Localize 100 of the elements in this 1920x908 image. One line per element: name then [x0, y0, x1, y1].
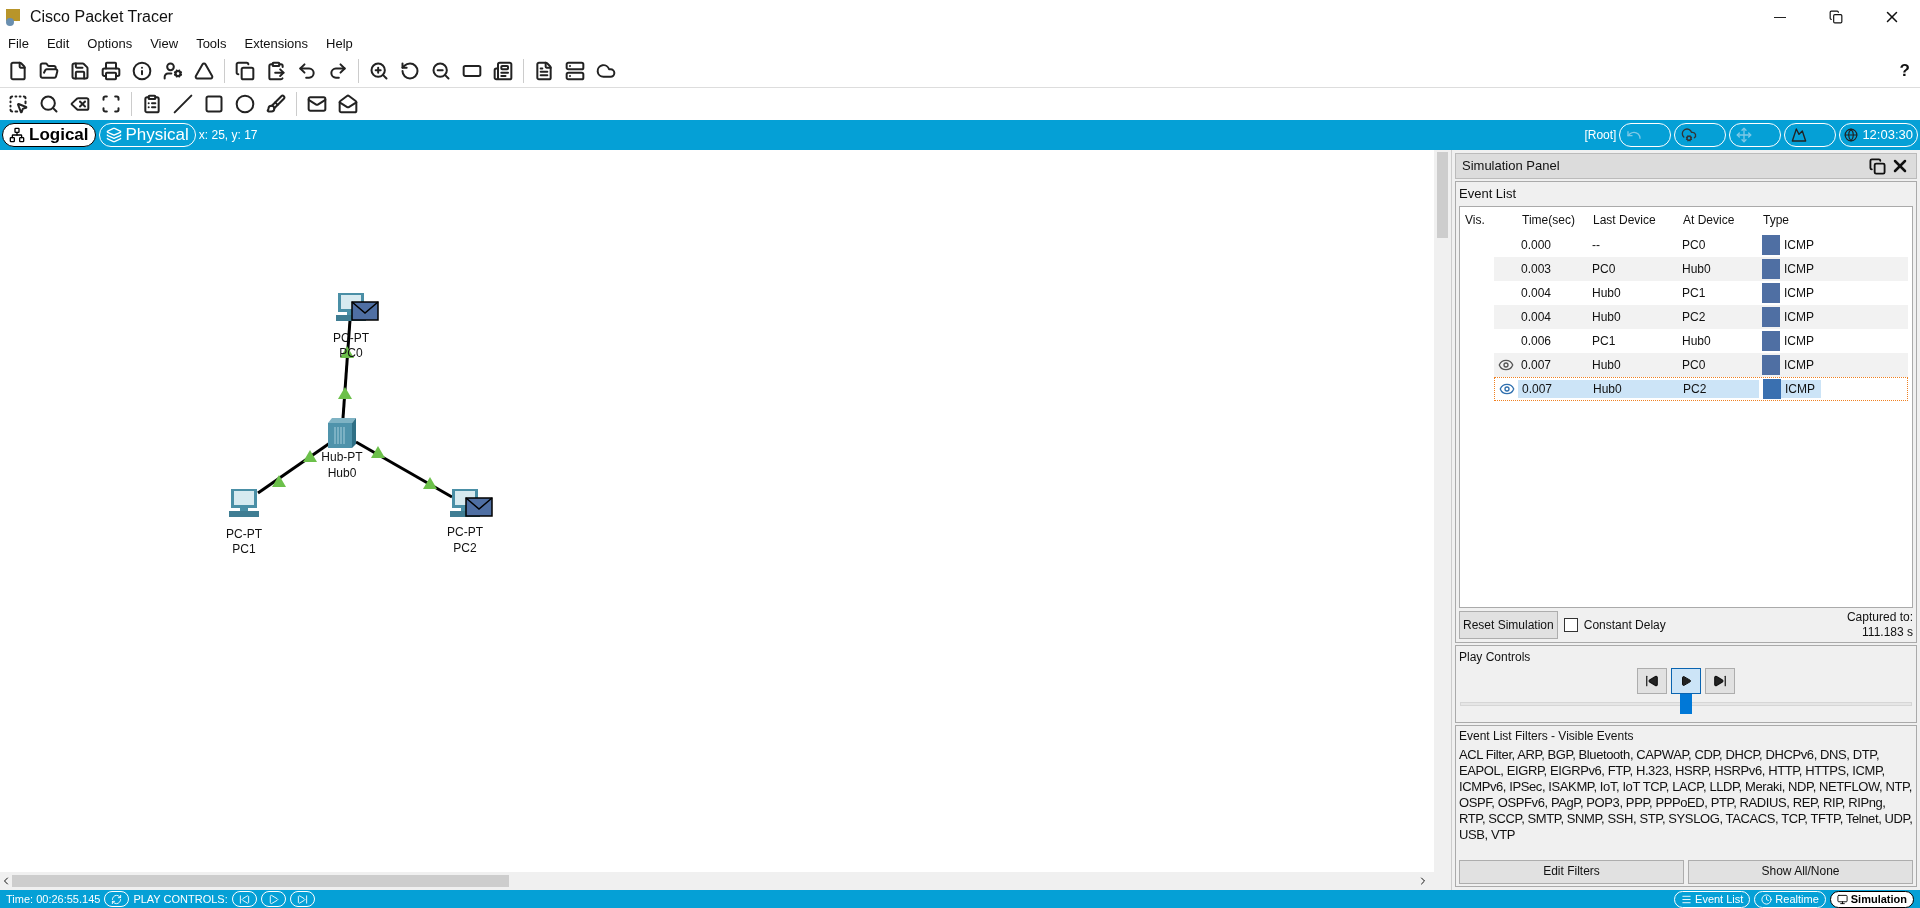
column-header[interactable]: Vis.	[1460, 210, 1517, 229]
background-button[interactable]	[1784, 123, 1837, 147]
play-controls-label: PLAY CONTROLS:	[133, 891, 228, 907]
event-row[interactable]: 0.004 Hub0 PC2 ICMP	[1494, 304, 1908, 329]
window-title: Cisco Packet Tracer	[30, 7, 174, 27]
mountain-icon	[1791, 127, 1808, 143]
sim-time: Time: 00:26:55.145	[6, 891, 101, 907]
type-swatch	[1762, 330, 1780, 351]
table-cell: Hub0	[1589, 379, 1679, 398]
filter-list: ACL Filter, ARP, BGP, Bluetooth, CAPWAP, CDP, DHCP, DHCPv6, DNS, DTP, EAPOL, EIGRP, EIGRPv6, FTP, H.323, HSRP, HSRPv6, HTTP, HTTPS, ICMP, ICMPv6, IPSec, ISAKMP, IoT, IoT TCP, LACP, LLDP, Meraki, NDP, NETFLOW, NTP, OSPF, OSPFv6, PAgP, POP3, PPP, PPPoED, PTP, RADIUS, REP, RIP, RIPng, RTP, SCCP, SMTP, SNMP, SSH, STP, SYSLOG, TACACS, TCP, TFTP, Telnet, UDP, USB, VTP	[1459, 744, 1913, 843]
table-cell-text: ICMP	[1783, 236, 1815, 254]
captured-label: Captured to:	[1846, 610, 1913, 625]
section-label: Play Controls	[1459, 649, 1532, 666]
view-tab[interactable]: Logical	[2, 123, 96, 147]
device-model: PC-PT	[226, 527, 262, 541]
horizontal-scrollbar[interactable]	[0, 872, 1451, 890]
layers-icon	[105, 127, 122, 143]
device-name: Hub0	[327, 466, 357, 480]
topology-icon	[9, 127, 25, 143]
device-model: PC-PT	[447, 525, 483, 539]
device-name: PC2	[453, 541, 477, 555]
table-cell-text: PC0	[1591, 260, 1617, 278]
undock-icon[interactable]	[1869, 157, 1886, 175]
minimize-icon	[1774, 16, 1786, 18]
envelope-icon[interactable]	[465, 497, 493, 517]
skip-forward-icon	[296, 893, 308, 905]
table-cell-text: 0.000	[1520, 236, 1553, 254]
skip-back-icon	[1645, 674, 1659, 688]
menu-item[interactable]: Extensions	[244, 34, 309, 54]
vertical-scrollbar[interactable]	[1434, 150, 1451, 872]
type-swatch	[1762, 258, 1780, 279]
checkbox-label: Constant Delay	[1583, 617, 1666, 634]
event-row[interactable]: 0.003 PC0 Hub0 ICMP	[1494, 256, 1908, 281]
device-model: Hub-PT	[321, 450, 363, 464]
edit-filters-button[interactable]: Edit Filters	[1459, 860, 1684, 884]
checkbox[interactable]	[1563, 618, 1578, 632]
forward-button[interactable]	[1705, 668, 1735, 694]
table-cell-text: PC0	[1681, 356, 1707, 374]
type-swatch	[1762, 282, 1780, 303]
cloud-icon	[1681, 127, 1698, 143]
table-cell-text: ICMP	[1783, 308, 1815, 326]
monitor-icon	[1836, 893, 1848, 905]
column-header[interactable]: Type	[1758, 210, 1838, 229]
table-cell-text: 0.003	[1520, 260, 1553, 278]
type-swatch	[1762, 354, 1780, 375]
column-header[interactable]: At Device	[1678, 210, 1758, 229]
envelope-icon[interactable]	[351, 301, 379, 321]
table-cell-text: 0.004	[1520, 308, 1553, 326]
event-row[interactable]: 0.007 Hub0 PC2 ICMP	[1494, 376, 1908, 401]
menu-item[interactable]: Options	[87, 34, 133, 54]
table-cell-text: PC0	[1681, 236, 1707, 254]
play-icon	[267, 893, 279, 905]
slider-thumb[interactable]	[1680, 694, 1692, 714]
table-cell-text: 0.007	[1520, 356, 1553, 374]
table-cell-text: PC1	[1591, 332, 1617, 350]
table-cell-text: 0.006	[1520, 332, 1553, 350]
section-label: Event List	[1459, 185, 1518, 203]
type-swatch	[1762, 306, 1780, 327]
show-all-none-button[interactable]: Show All/None	[1688, 860, 1913, 884]
section-label: Event List Filters - Visible Events	[1459, 728, 1635, 745]
coordinates-label: x: 25, y: 17	[198, 127, 258, 144]
menu-item[interactable]: Edit	[46, 34, 70, 54]
speed-slider[interactable]	[1460, 694, 1912, 714]
table-cell: PC2	[1679, 379, 1759, 398]
table-cell-text: ICMP	[1783, 260, 1815, 278]
column-header[interactable]: Last Device	[1588, 210, 1678, 229]
new-cluster-button[interactable]	[1674, 123, 1727, 147]
table-cell-text: ICMP	[1783, 356, 1815, 374]
table-cell-text: Hub0	[1681, 260, 1712, 278]
menu-item[interactable]: View	[150, 34, 179, 54]
table-cell-text: ICMP	[1783, 284, 1815, 302]
table-cell-text: Hub0	[1591, 284, 1622, 302]
table-cell-text: ICMP	[1783, 332, 1815, 350]
list-icon	[1681, 893, 1693, 905]
refresh-icon	[111, 893, 123, 905]
event-row[interactable]: 0.007 Hub0 PC0 ICMP	[1494, 352, 1908, 377]
clock-icon	[1761, 893, 1773, 905]
table-cell-text: PC1	[1681, 284, 1707, 302]
mode-tab[interactable]: Simulation	[1829, 890, 1914, 908]
type-swatch	[1763, 378, 1781, 399]
table-cell-text: Hub0	[1681, 332, 1712, 350]
menu-item[interactable]: File	[8, 34, 29, 54]
back-button[interactable]	[1637, 668, 1667, 694]
reset-simulation-button[interactable]: Reset Simulation	[1459, 611, 1558, 639]
column-header[interactable]: Time(sec)	[1517, 210, 1588, 229]
menu-item[interactable]: Tools	[196, 34, 227, 54]
device-name: PC1	[232, 542, 256, 556]
table-cell: 0.007	[1518, 379, 1589, 398]
table-cell-text: --	[1591, 236, 1601, 254]
globe-icon	[1844, 128, 1859, 142]
move-icon	[1736, 127, 1753, 143]
play-button[interactable]	[1671, 668, 1701, 694]
menu-item[interactable]: Help	[326, 34, 353, 54]
skip-back-icon	[238, 893, 250, 905]
captured-value: 111.183 s	[1862, 625, 1913, 640]
hub-icon[interactable]	[326, 417, 358, 449]
table-cell-text: Hub0	[1591, 308, 1622, 326]
table-cell: ICMP	[1781, 379, 1821, 398]
table-cell-text: 0.004	[1520, 284, 1553, 302]
help-button[interactable]: ?	[1899, 57, 1910, 84]
